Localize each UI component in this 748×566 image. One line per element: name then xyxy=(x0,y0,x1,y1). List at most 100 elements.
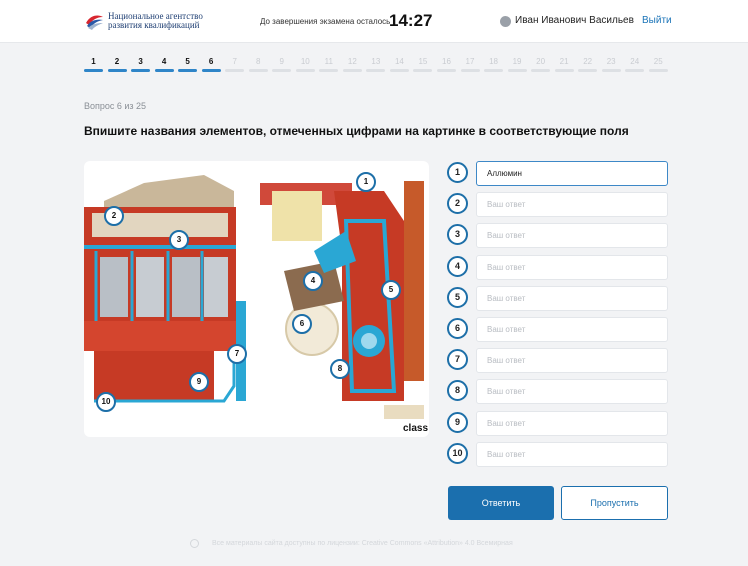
progress-step-bar xyxy=(436,69,456,72)
progress-step[interactable]: 10 xyxy=(295,56,315,76)
answer-input-4[interactable] xyxy=(476,254,668,280)
answer-input-2[interactable] xyxy=(476,192,668,218)
answer-number-badge: 8 xyxy=(447,380,468,402)
progress-step[interactable]: 17 xyxy=(460,56,480,76)
progress-step[interactable]: 15 xyxy=(413,56,433,76)
image-caption: class xyxy=(403,423,429,434)
answer-input-6[interactable] xyxy=(476,317,668,342)
progress-step-bar xyxy=(366,69,386,72)
progress-step-number: 20 xyxy=(536,57,546,66)
answer-input-3[interactable] xyxy=(476,223,668,249)
progress-step-bar xyxy=(201,69,221,72)
progress-step-number: 5 xyxy=(185,57,190,66)
answer-number-badge: 5 xyxy=(447,286,468,308)
submit-button[interactable]: Ответить xyxy=(448,486,554,520)
question-text: Впишите названия элементов, отмеченных ц… xyxy=(84,124,629,138)
engine-illustration: 1 2 3 4 5 6 7 8 9 10 class xyxy=(84,161,429,437)
image-marker-1: 1 xyxy=(356,172,376,192)
question-progress: 1 2 3 4 5 6 7 8 9 10 11 12 13 14 15 16 17 18 19 20 21 22 23 24 2… xyxy=(84,56,668,76)
progress-step-bar xyxy=(507,69,527,72)
skip-button[interactable]: Пропустить xyxy=(561,486,668,520)
answer-number-badge: 1 xyxy=(447,162,468,183)
answer-row: 4 xyxy=(446,254,668,280)
progress-step-bar xyxy=(648,69,668,72)
engine-cutaway-image xyxy=(84,175,424,419)
answer-input-8[interactable] xyxy=(476,379,668,405)
image-marker-2: 2 xyxy=(104,206,124,226)
answer-row: 3 xyxy=(446,223,668,249)
answer-number-badge: 9 xyxy=(447,411,468,433)
image-marker-6: 6 xyxy=(292,314,312,334)
progress-step-number: 21 xyxy=(559,57,569,66)
progress-step[interactable]: 21 xyxy=(554,56,574,76)
agency-logo-icon xyxy=(86,15,103,30)
progress-step[interactable]: 12 xyxy=(342,56,362,76)
progress-step-number: 22 xyxy=(583,57,593,66)
progress-step-number: 18 xyxy=(489,57,498,66)
progress-step-bar xyxy=(484,69,504,72)
progress-step[interactable]: 11 xyxy=(319,56,339,76)
progress-step[interactable]: 19 xyxy=(507,56,527,76)
progress-step[interactable]: 22 xyxy=(578,56,598,76)
progress-step[interactable]: 2 xyxy=(107,56,127,76)
progress-step-number: 17 xyxy=(465,57,475,66)
logout-link[interactable]: Выйти xyxy=(642,15,672,26)
question-counter: Вопрос 6 из 25 xyxy=(84,101,147,111)
progress-step-number: 13 xyxy=(371,57,381,66)
progress-step[interactable]: 24 xyxy=(625,56,645,76)
progress-step[interactable]: 6 xyxy=(201,56,221,76)
progress-step-number: 12 xyxy=(347,57,357,66)
answer-row: 7 xyxy=(446,348,668,374)
answer-row: 1 xyxy=(446,161,668,186)
progress-step[interactable]: 16 xyxy=(436,56,456,76)
progress-step[interactable]: 7 xyxy=(225,56,245,76)
progress-step-bar xyxy=(178,69,198,72)
progress-step[interactable]: 4 xyxy=(154,56,174,76)
progress-step[interactable]: 13 xyxy=(366,56,386,76)
image-marker-4: 4 xyxy=(303,271,323,291)
progress-step[interactable]: 25 xyxy=(648,56,668,76)
answer-row: 8 xyxy=(446,379,668,405)
progress-step-number: 1 xyxy=(91,57,96,66)
answer-number-badge: 3 xyxy=(447,224,468,246)
image-marker-8: 8 xyxy=(330,359,350,379)
answer-number-badge: 4 xyxy=(447,255,468,277)
answer-row: 6 xyxy=(446,317,668,342)
answer-input-9[interactable] xyxy=(476,410,668,436)
timer-label: До завершения экзамена осталось xyxy=(260,17,391,26)
progress-step[interactable]: 3 xyxy=(131,56,151,76)
logo-line-2: развития квалификаций xyxy=(108,20,200,30)
progress-step-bar xyxy=(154,69,174,72)
exam-timer: 14:27 xyxy=(389,11,433,30)
progress-step[interactable]: 23 xyxy=(601,56,621,76)
progress-step[interactable]: 14 xyxy=(389,56,409,76)
progress-step-bar xyxy=(389,69,409,72)
progress-step[interactable]: 20 xyxy=(531,56,551,76)
progress-step-number: 2 xyxy=(114,57,120,66)
progress-step-bar xyxy=(107,69,127,72)
answer-number-badge: 10 xyxy=(447,442,468,464)
answer-row: 10 xyxy=(446,441,668,467)
image-marker-5: 5 xyxy=(381,280,401,300)
answer-input-1[interactable] xyxy=(476,161,668,186)
progress-step-number: 25 xyxy=(653,57,663,66)
progress-step-number: 3 xyxy=(138,57,143,66)
agency-logo-text: Национальное агентство развития квалифик… xyxy=(108,12,203,30)
answer-input-7[interactable] xyxy=(476,348,668,374)
license-text: Все материалы сайта доступны по лицензии… xyxy=(212,540,513,547)
progress-step-bar xyxy=(625,69,645,72)
progress-step-bar xyxy=(554,69,574,72)
progress-step-bar xyxy=(295,69,315,72)
answer-input-5[interactable] xyxy=(476,285,668,311)
progress-step[interactable]: 5 xyxy=(178,56,198,76)
progress-step-bar xyxy=(601,69,621,72)
answer-input-10[interactable] xyxy=(476,441,668,467)
progress-step[interactable]: 9 xyxy=(272,56,292,76)
progress-step-number: 4 xyxy=(161,57,167,66)
progress-step[interactable]: 18 xyxy=(484,56,504,76)
progress-step-number: 10 xyxy=(300,57,310,66)
answer-number-badge: 2 xyxy=(447,193,468,215)
progress-step[interactable]: 1 xyxy=(84,56,103,76)
answer-number-badge: 6 xyxy=(447,318,468,339)
progress-step[interactable]: 8 xyxy=(248,56,268,76)
